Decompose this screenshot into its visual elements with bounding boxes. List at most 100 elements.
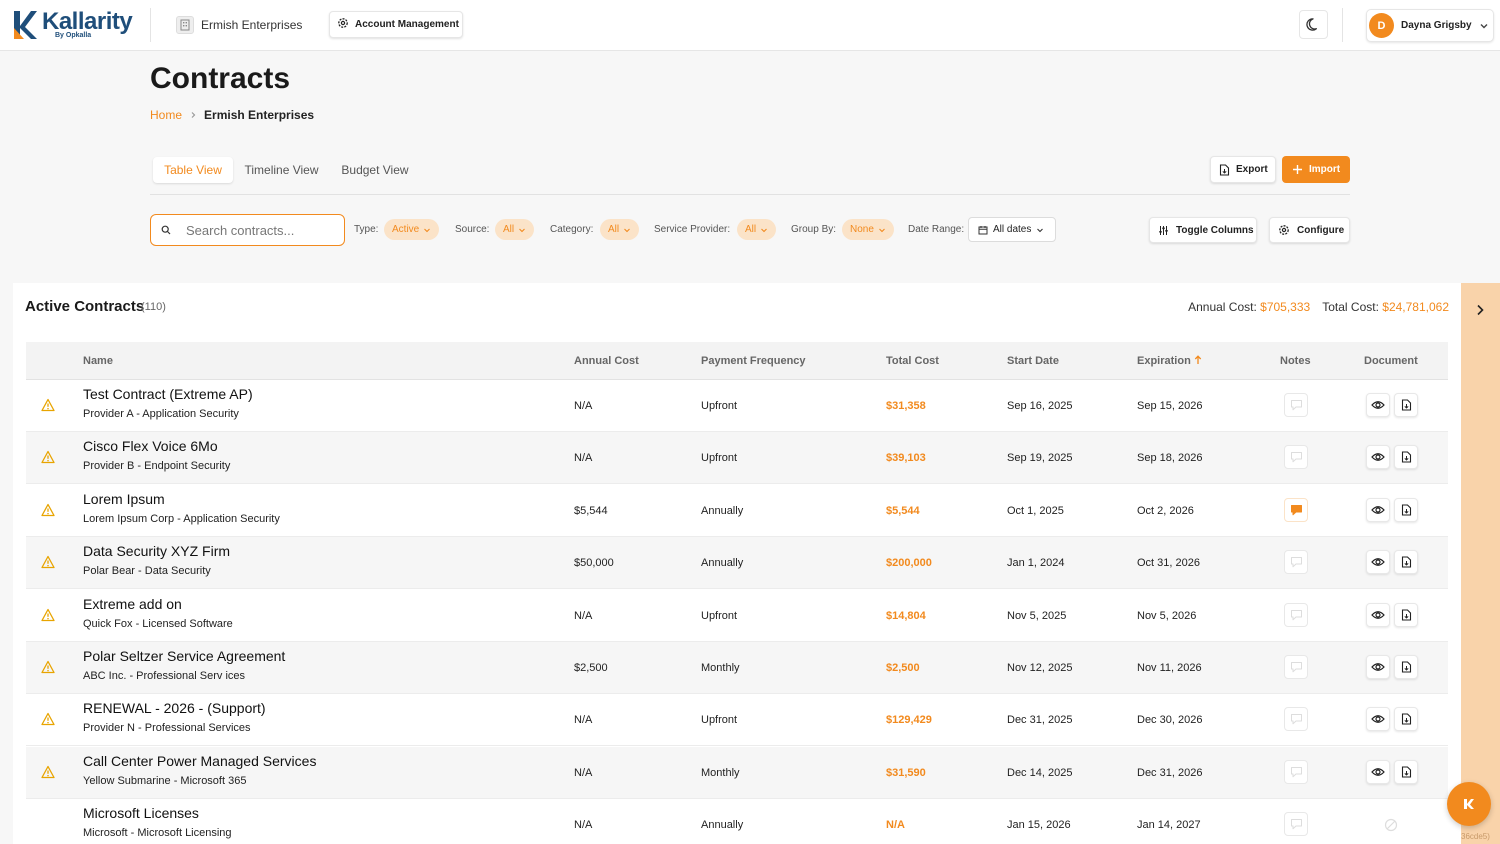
panel-title: Active Contracts [25,298,145,315]
view-document-button[interactable] [1366,393,1390,417]
notes-button[interactable] [1284,707,1308,732]
kallarity-logo[interactable]: Kallarity By Opkalla [12,8,133,42]
column-header-total-cost[interactable]: Total Cost [886,355,939,367]
contract-provider-category: Yellow Submarine - Microsoft 365 [83,774,247,787]
contract-name[interactable]: Microsoft Licenses [83,805,199,821]
plus-icon [1293,165,1302,174]
download-document-button[interactable] [1394,393,1418,417]
annual-cost-cell: $5,544 [574,504,608,517]
table-row[interactable]: Microsoft Licenses Microsoft - Microsoft … [26,799,1448,844]
download-document-button[interactable] [1394,445,1418,470]
comment-icon [1290,819,1302,830]
avatar: D [1369,13,1394,38]
chevron-right-icon [191,112,196,118]
search-box[interactable] [150,214,345,246]
expiration-cell: Oct 31, 2026 [1137,557,1200,570]
warning-icon [41,556,55,569]
total-cost-value: $24,781,062 [1382,300,1449,314]
warning-icon [41,660,55,674]
category-filter-label: Category: [550,224,594,235]
table-row[interactable]: Cisco Flex Voice 6Mo Provider B - Endpoin… [26,432,1448,485]
configure-button[interactable]: Configure [1269,217,1350,243]
tab-budget-view[interactable]: Budget View [336,157,414,183]
tab-table-view[interactable]: Table View [153,157,233,183]
notes-button[interactable] [1284,550,1308,575]
user-menu-button[interactable]: D Dayna Grigsby [1366,9,1494,42]
type-filter-value: Active [392,224,420,235]
type-filter[interactable]: Active [384,219,440,240]
notes-button[interactable] [1284,655,1308,679]
column-header-expiration[interactable]: Expiration [1137,355,1202,367]
view-document-button[interactable] [1366,497,1390,522]
contract-name[interactable]: Cisco Flex Voice 6Mo [83,438,218,454]
notes-button[interactable] [1284,393,1308,417]
column-header-annual-cost[interactable]: Annual Cost [574,355,639,367]
date-range-filter[interactable]: All dates [968,217,1056,242]
view-document-button[interactable] [1366,550,1390,575]
contract-name[interactable]: Test Contract (Extreme AP) [83,386,253,402]
source-filter[interactable]: All [495,219,535,240]
contract-name[interactable]: Extreme add on [83,596,182,612]
table-row[interactable]: Lorem Ipsum Lorem Ipsum Corp - Applicatio… [26,485,1448,537]
group-by-filter-value: None [850,224,874,235]
warning-icon [41,765,55,778]
account-management-button[interactable]: Account Management [329,11,463,38]
view-document-button[interactable] [1366,707,1390,732]
notes-button[interactable] [1284,497,1308,522]
contract-name[interactable]: RENEWAL - 2026 - (Support) [83,700,266,716]
contract-name[interactable]: Call Center Power Managed Services [83,753,316,769]
assistant-fab-button[interactable] [1447,782,1491,826]
theme-toggle-button[interactable] [1299,10,1328,39]
column-header-name[interactable]: Name [83,355,113,367]
organization-name: Ermish Enterprises [201,18,303,32]
contract-name[interactable]: Data Security XYZ Firm [83,543,230,559]
table-row[interactable]: Test Contract (Extreme AP) Provider A - A… [26,380,1448,432]
contract-name[interactable]: Lorem Ipsum [83,491,165,507]
table-row[interactable]: RENEWAL - 2026 - (Support) Provider N - P… [26,694,1448,747]
view-document-button[interactable] [1366,602,1390,627]
toggle-columns-button[interactable]: Toggle Columns [1149,217,1257,243]
notes-button[interactable] [1284,602,1308,627]
warning-icon [41,503,55,516]
contract-name[interactable]: Polar Seltzer Service Agreement [83,648,285,664]
service-provider-filter[interactable]: All [737,219,777,240]
view-document-button[interactable] [1366,655,1390,679]
expiration-cell: Nov 5, 2026 [1137,609,1197,622]
side-panel-toggle[interactable] [1461,283,1500,844]
notes-button[interactable] [1284,812,1308,837]
cost-summary: Annual Cost: $705,333 Total Cost: $24,78… [1188,300,1449,314]
notes-button[interactable] [1284,759,1308,784]
export-file-icon [1219,163,1230,176]
download-document-button[interactable] [1394,602,1418,627]
annual-cost-summary: Annual Cost: $705,333 [1188,300,1310,314]
table-row[interactable]: Polar Seltzer Service Agreement ABC Inc. … [26,642,1448,694]
view-document-button[interactable] [1366,759,1390,784]
category-filter[interactable]: All [600,219,640,240]
start-date-cell: Jan 1, 2024 [1007,557,1065,570]
comment-icon [1290,609,1302,620]
search-input[interactable] [186,222,336,238]
column-header-start-date[interactable]: Start Date [1007,355,1059,367]
breadcrumb-home-link[interactable]: Home [150,108,182,122]
download-document-button[interactable] [1394,550,1418,575]
export-button[interactable]: Export [1210,156,1276,183]
organization-selector[interactable]: Ermish Enterprises [176,16,302,34]
annual-cost-cell: $2,500 [574,662,608,674]
table-row[interactable]: Extreme add on Quick Fox - Licensed Softw… [26,590,1448,642]
download-document-button[interactable] [1394,497,1418,522]
file-download-icon [1401,609,1411,621]
table-row[interactable]: Data Security XYZ Firm Polar Bear - Data … [26,537,1448,590]
group-by-filter[interactable]: None [842,219,894,240]
download-document-button[interactable] [1394,655,1418,679]
download-document-button[interactable] [1394,759,1418,784]
calendar-icon [978,225,988,234]
column-header-payment-frequency[interactable]: Payment Frequency [701,355,806,367]
table-row[interactable]: Call Center Power Managed Services Yellow… [26,746,1448,799]
notes-button[interactable] [1284,445,1308,470]
view-document-button[interactable] [1366,445,1390,470]
download-document-button[interactable] [1394,707,1418,732]
expiration-cell: Sep 18, 2026 [1137,452,1203,465]
import-button[interactable]: Import [1282,156,1350,183]
tab-timeline-view[interactable]: Timeline View [240,157,323,183]
chevron-down-icon [424,228,431,232]
